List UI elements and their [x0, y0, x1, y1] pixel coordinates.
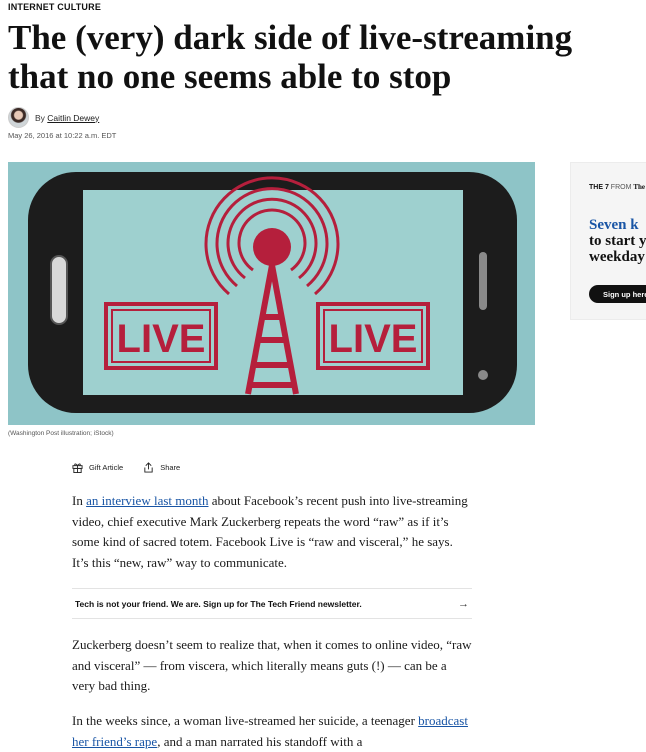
- tech-friend-newsletter-signup[interactable]: Tech is not your friend. We are. Sign up…: [72, 588, 472, 619]
- share-button[interactable]: Share: [143, 462, 180, 473]
- arrow-right-icon: →: [458, 597, 469, 610]
- gift-article-label: Gift Article: [89, 463, 124, 472]
- promo-signup-button[interactable]: Sign up here: [589, 285, 646, 303]
- gift-icon: [72, 463, 83, 473]
- promo-source-logo: The W: [633, 183, 646, 191]
- article-paragraph-3: In the weeks since, a woman live-streame…: [72, 713, 468, 749]
- image-caption: (Washington Post illustration; iStock): [8, 430, 114, 437]
- newsletter-promo-rail[interactable]: THE 7 FROM The W Seven k to start y week…: [570, 162, 646, 320]
- share-icon: [144, 462, 153, 473]
- promo-brand: THE 7 FROM The W: [589, 183, 646, 191]
- phone-home-button: [50, 255, 68, 325]
- byline-prefix: By: [35, 112, 45, 123]
- section-kicker[interactable]: INTERNET CULTURE: [8, 2, 101, 12]
- gift-article-button[interactable]: Gift Article: [72, 462, 123, 473]
- author-avatar: [8, 107, 29, 128]
- interview-link[interactable]: an interview last month: [86, 493, 208, 508]
- hero-illustration: LIVE LIVE: [8, 162, 535, 425]
- phone-live-illustration: LIVE LIVE: [8, 162, 535, 425]
- antenna-top: [253, 228, 291, 266]
- live-text-left: LIVE: [117, 317, 206, 361]
- byline: By Caitlin Dewey: [8, 107, 99, 128]
- promo-headline: Seven k to start y weekday: [589, 217, 646, 265]
- share-toolbar: Gift Article Share: [72, 462, 200, 473]
- article-paragraph-2: Zuckerberg doesn’t seem to realize that,…: [72, 637, 472, 693]
- publish-date: May 26, 2016 at 10:22 a.m. EDT: [8, 131, 117, 140]
- author-link[interactable]: Caitlin Dewey: [47, 113, 99, 123]
- article-headline: The (very) dark side of live-streaming t…: [8, 18, 573, 96]
- share-label: Share: [160, 463, 181, 472]
- newsletter-text: Tech is not your friend. We are. Sign up…: [75, 598, 362, 609]
- article-paragraph-1: In an interview last month about Faceboo…: [72, 493, 468, 570]
- phone-camera: [478, 370, 488, 380]
- live-text-right: LIVE: [329, 317, 418, 361]
- phone-speaker-grille: [479, 252, 487, 310]
